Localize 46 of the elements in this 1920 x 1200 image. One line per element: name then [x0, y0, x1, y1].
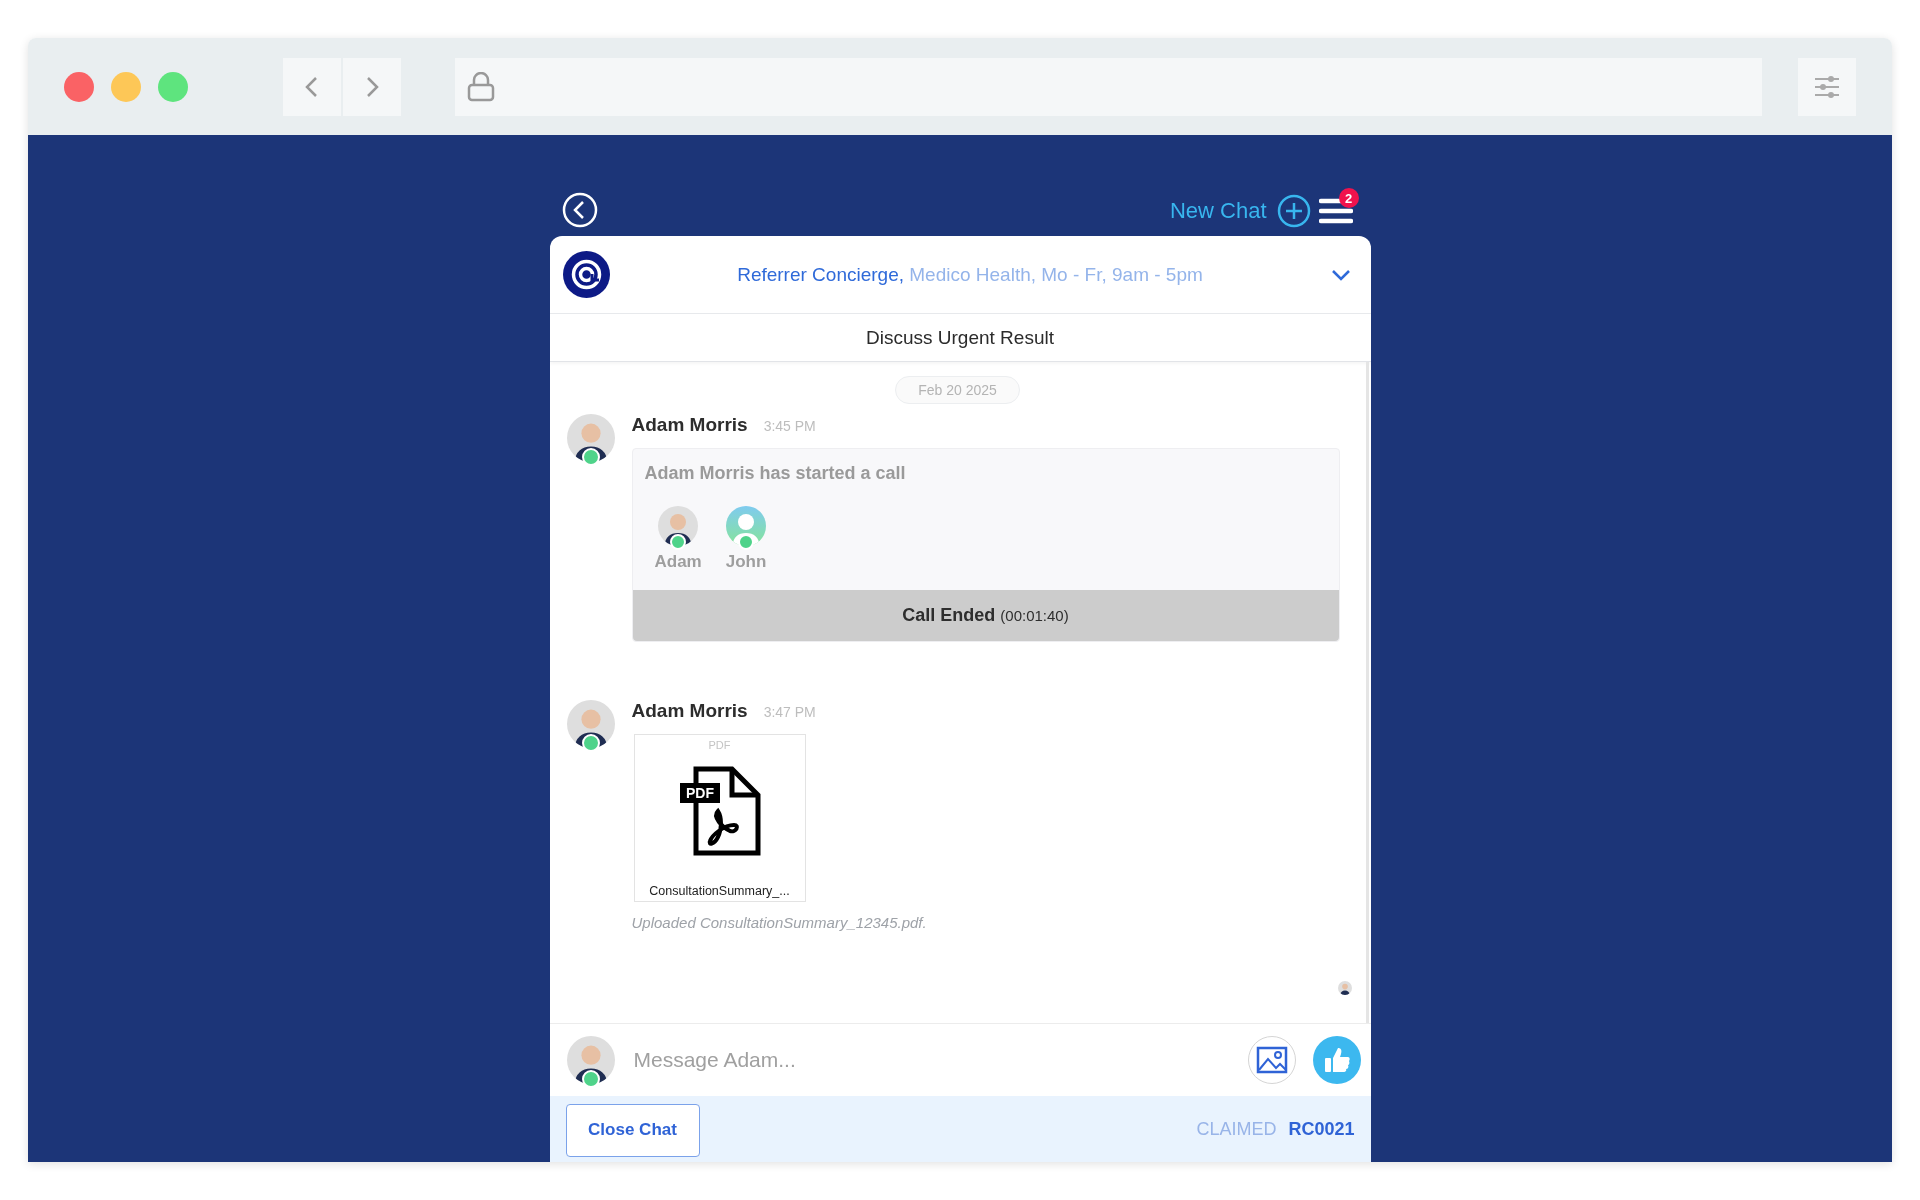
notification-count: 2 — [1338, 188, 1359, 208]
author-name: Adam Morris — [631, 414, 748, 436]
minimize-window-button[interactable] — [111, 71, 141, 102]
chevron-left-icon — [304, 75, 320, 98]
claim-status: CLAIMED — [1196, 1118, 1277, 1140]
date-separator: Feb 20 2025 — [895, 376, 1020, 404]
profile-avatar — [566, 700, 615, 748]
claim-code: RC0021 — [1288, 1118, 1355, 1140]
sliders-icon — [1814, 75, 1840, 98]
participant-name: Adam — [654, 552, 702, 572]
chevron-right-icon — [364, 75, 380, 98]
chevron-down-icon[interactable] — [1330, 268, 1351, 281]
image-icon — [1255, 1046, 1288, 1074]
chat-header-info: Referrer Concierge, Medico Health, Mo - Fr, 9am - 5pm — [736, 263, 1204, 286]
close-chat-button[interactable]: Close Chat — [565, 1103, 700, 1157]
online-status-dot — [670, 534, 687, 550]
settings-button[interactable] — [1798, 57, 1856, 116]
message-time: 3:45 PM — [763, 418, 816, 434]
chat-subject: Discuss Urgent Result — [549, 314, 1371, 362]
back-button[interactable] — [283, 57, 341, 116]
image-upload-button[interactable] — [1247, 1036, 1296, 1084]
thumbs-up-icon — [1322, 1046, 1351, 1074]
upload-caption: Uploaded ConsultationSummary_12345.pdf. — [631, 914, 928, 931]
plus-circle-icon — [1276, 194, 1311, 228]
back-icon[interactable] — [561, 192, 598, 228]
profile-avatar — [566, 414, 615, 462]
file-type-label: PDF — [708, 739, 731, 751]
call-title: Adam Morris has started a call — [643, 462, 907, 484]
profile-avatar — [658, 506, 699, 546]
profile-avatar — [1337, 981, 1352, 995]
online-status-dot — [738, 534, 755, 550]
file-attachment[interactable]: PDF PDF ConsultationSummary_... — [633, 734, 806, 902]
participant-name: John — [725, 552, 767, 572]
new-chat-button[interactable]: New Chat — [1169, 194, 1311, 228]
message-time: 3:47 PM — [763, 704, 816, 720]
close-window-button[interactable] — [64, 71, 94, 102]
lock-icon — [467, 71, 495, 102]
call-status-bar: Call Ended (00:01:40) — [632, 590, 1339, 641]
forward-button[interactable] — [343, 57, 401, 116]
user-avatar — [726, 506, 767, 546]
maximize-window-button[interactable] — [158, 71, 188, 102]
at-sign-logo-icon — [562, 251, 610, 298]
file-name: ConsultationSummary_... — [649, 884, 790, 898]
profile-avatar — [566, 1036, 615, 1084]
author-name: Adam Morris — [631, 700, 748, 722]
like-button[interactable] — [1312, 1036, 1361, 1084]
